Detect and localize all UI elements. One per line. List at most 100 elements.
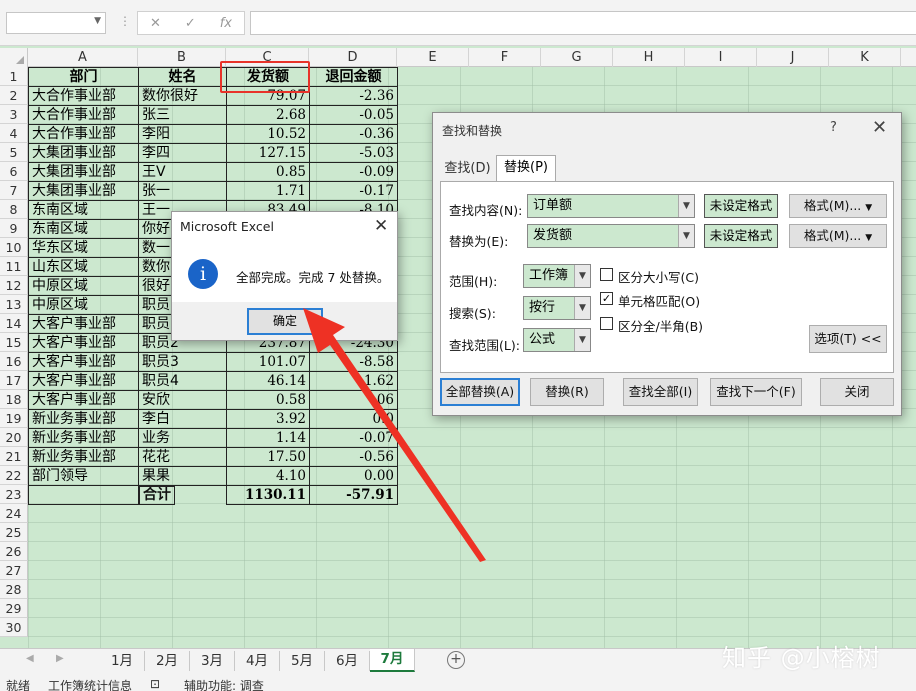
close-icon[interactable]: ✕ — [374, 216, 388, 236]
row-header-12[interactable]: 12 — [0, 276, 28, 295]
chevron-down-icon[interactable]: ▼ — [574, 297, 590, 319]
returns-cell[interactable]: 06 — [309, 390, 398, 410]
tab-replace[interactable]: 替换(P) — [496, 155, 556, 182]
enter-icon[interactable]: ✓ — [185, 16, 196, 31]
row-header-4[interactable]: 4 — [0, 124, 28, 143]
chevron-down-icon[interactable]: ▼ — [574, 265, 590, 287]
column-header-J[interactable]: J — [757, 48, 829, 67]
chevron-down-icon[interactable]: ▼ — [678, 225, 694, 247]
name-cell[interactable]: 职员3 — [138, 352, 227, 372]
dept-cell[interactable]: 新业务事业部 — [28, 447, 139, 467]
total-blank-cell[interactable] — [28, 485, 139, 505]
sheet-tab-1[interactable]: 1月 — [100, 651, 145, 671]
row-header-14[interactable]: 14 — [0, 314, 28, 333]
sheet-tab-5[interactable]: 5月 — [280, 651, 325, 671]
accessibility-status[interactable]: 辅助功能: 调查 — [184, 677, 264, 691]
row-header-20[interactable]: 20 — [0, 428, 28, 447]
row-header-25[interactable]: 25 — [0, 523, 28, 542]
row-header-21[interactable]: 21 — [0, 447, 28, 466]
column-header-E[interactable]: E — [397, 48, 469, 67]
returns-cell[interactable]: -8.58 — [309, 352, 398, 372]
dept-cell[interactable]: 大客户事业部 — [28, 314, 139, 334]
amount-cell[interactable]: 101.07 — [226, 352, 310, 372]
row-header-7[interactable]: 7 — [0, 181, 28, 200]
name-box[interactable]: ▼ — [6, 12, 106, 34]
dropdown-icon[interactable]: ▼ — [865, 203, 872, 213]
amount-cell[interactable]: 10.52 — [226, 124, 310, 144]
column-header-D[interactable]: D — [309, 48, 397, 67]
function-icon[interactable]: fx — [220, 16, 232, 31]
name-cell[interactable]: 李阳 — [138, 124, 227, 144]
dept-cell[interactable]: 中原区域 — [28, 295, 139, 315]
name-cell[interactable]: 安欣 — [138, 390, 227, 410]
formula-input[interactable] — [250, 11, 916, 35]
dept-cell[interactable]: 东南区域 — [28, 200, 139, 220]
dept-cell[interactable]: 东南区域 — [28, 219, 139, 239]
table-header-cell[interactable]: 部门 — [28, 67, 139, 87]
sheet-tab-3[interactable]: 3月 — [190, 651, 235, 671]
chevron-down-icon[interactable]: ▼ — [94, 16, 101, 26]
name-cell[interactable]: 王Ⅴ — [138, 162, 227, 182]
chevron-down-icon[interactable]: ▼ — [678, 195, 694, 217]
amount-cell[interactable]: 127.15 — [226, 143, 310, 163]
dept-cell[interactable]: 大合作事业部 — [28, 86, 139, 106]
amount-cell[interactable]: 17.50 — [226, 447, 310, 467]
dept-cell[interactable]: 华东区域 — [28, 238, 139, 258]
row-header-19[interactable]: 19 — [0, 409, 28, 428]
returns-cell[interactable]: 0.00 — [309, 466, 398, 486]
dept-cell[interactable]: 中原区域 — [28, 276, 139, 296]
replace-input[interactable]: 发货额 ▼ — [527, 224, 695, 248]
column-header-K[interactable]: K — [829, 48, 901, 67]
row-header-2[interactable]: 2 — [0, 86, 28, 105]
total-amount-cell[interactable]: 1130.11 — [226, 485, 310, 505]
row-header-6[interactable]: 6 — [0, 162, 28, 181]
ok-button[interactable]: 确定 — [247, 308, 323, 335]
name-cell[interactable]: 张一 — [138, 181, 227, 201]
dept-cell[interactable]: 新业务事业部 — [28, 409, 139, 429]
column-header-H[interactable]: H — [613, 48, 685, 67]
row-header-18[interactable]: 18 — [0, 390, 28, 409]
amount-cell[interactable]: 1.14 — [226, 428, 310, 448]
options-button[interactable]: 选项(T) << — [809, 325, 887, 353]
dept-cell[interactable]: 大客户事业部 — [28, 371, 139, 391]
match-width-checkbox[interactable] — [600, 317, 613, 330]
replace-format-button[interactable]: 格式(M)... ▼ — [789, 224, 887, 248]
replace-all-button[interactable]: 全部替换(A) — [440, 378, 520, 406]
amount-cell[interactable]: 0.85 — [226, 162, 310, 182]
find-input[interactable]: 订单额 ▼ — [527, 194, 695, 218]
amount-cell[interactable]: 3.92 — [226, 409, 310, 429]
dept-cell[interactable]: 部门领导 — [28, 466, 139, 486]
row-header-23[interactable]: 23 — [0, 485, 28, 504]
find-format-button[interactable]: 格式(M)... ▼ — [789, 194, 887, 218]
sheet-tab-6[interactable]: 6月 — [325, 651, 370, 671]
returns-cell[interactable]: 1.62 — [309, 371, 398, 391]
name-cell[interactable]: 李白 — [138, 409, 227, 429]
row-header-28[interactable]: 28 — [0, 580, 28, 599]
row-header-16[interactable]: 16 — [0, 352, 28, 371]
replace-button[interactable]: 替换(R) — [530, 378, 604, 406]
name-cell[interactable]: 业务 — [138, 428, 227, 448]
amount-cell[interactable]: 0.58 — [226, 390, 310, 410]
table-header-cell[interactable]: 退回金额 — [309, 67, 398, 87]
row-header-10[interactable]: 10 — [0, 238, 28, 257]
match-case-checkbox[interactable] — [600, 268, 613, 281]
find-all-button[interactable]: 查找全部(I) — [623, 378, 698, 406]
dept-cell[interactable]: 大合作事业部 — [28, 124, 139, 144]
column-header-B[interactable]: B — [138, 48, 226, 67]
row-header-24[interactable]: 24 — [0, 504, 28, 523]
match-cell-checkbox[interactable]: ✓ — [600, 292, 613, 305]
row-header-15[interactable]: 15 — [0, 333, 28, 352]
row-header-9[interactable]: 9 — [0, 219, 28, 238]
prev-sheet-icon[interactable]: ◀ — [26, 653, 34, 664]
scope-select[interactable]: 工作簿 ▼ — [523, 264, 591, 288]
help-icon[interactable]: ? — [830, 120, 837, 135]
returns-cell[interactable]: -0.09 — [309, 162, 398, 182]
column-header-F[interactable]: F — [469, 48, 541, 67]
total-label-cell[interactable]: 合计 — [139, 486, 175, 505]
amount-cell[interactable]: 1.71 — [226, 181, 310, 201]
column-header-G[interactable]: G — [541, 48, 613, 67]
dept-cell[interactable]: 大集团事业部 — [28, 181, 139, 201]
workbook-stats[interactable]: 工作簿统计信息 — [48, 677, 132, 691]
returns-cell[interactable]: -0.05 — [309, 105, 398, 125]
find-next-button[interactable]: 查找下一个(F) — [710, 378, 802, 406]
